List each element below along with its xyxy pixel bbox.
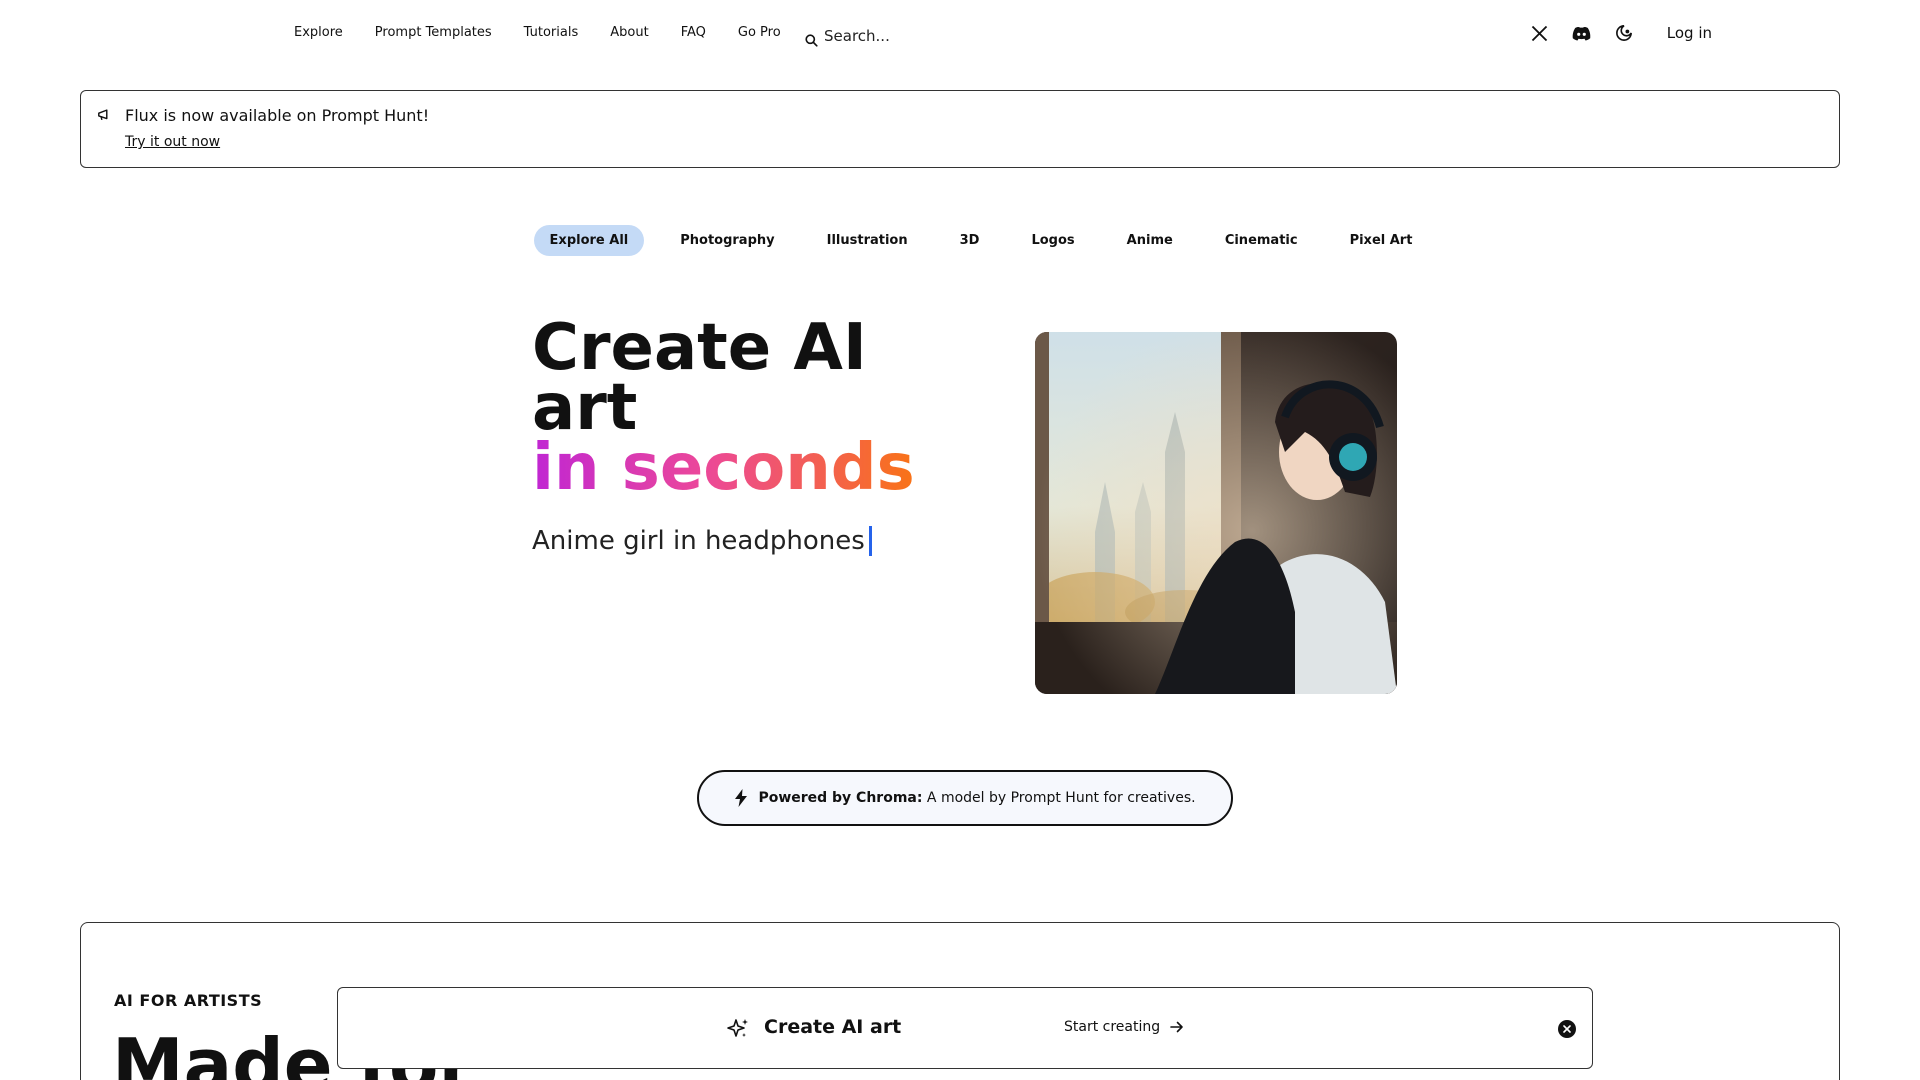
discord-icon[interactable] <box>1571 22 1593 44</box>
sparkles-icon <box>727 1019 748 1037</box>
hero-heading: Create AI art in seconds <box>532 311 915 505</box>
announcement-banner: Flux is now available on Prompt Hunt! Tr… <box>80 90 1840 168</box>
tab-pixel-art[interactable]: Pixel Art <box>1334 225 1429 256</box>
login-button[interactable]: Log in <box>1667 24 1712 42</box>
tab-illustration[interactable]: Illustration <box>811 225 924 256</box>
theme-toggle-icon[interactable] <box>1613 22 1635 44</box>
category-tabs: Explore All Photography Illustration 3D … <box>0 225 1920 256</box>
top-navigation: Explore Prompt Templates Tutorials About… <box>0 0 1920 68</box>
megaphone-icon <box>98 109 108 121</box>
tab-anime[interactable]: Anime <box>1111 225 1189 256</box>
nav-link-explore[interactable]: Explore <box>294 25 343 40</box>
hero-heading-line-1: Create AI <box>532 311 867 385</box>
nav-link-about[interactable]: About <box>610 25 648 40</box>
nav-link-prompt-templates[interactable]: Prompt Templates <box>375 25 492 40</box>
powered-by-badge[interactable]: Powered by Chroma: A model by Prompt Hun… <box>697 770 1233 826</box>
nav-link-faq[interactable]: FAQ <box>681 25 706 40</box>
nav-link-tutorials[interactable]: Tutorials <box>524 25 579 40</box>
section-eyebrow: AI FOR ARTISTS <box>114 991 263 1010</box>
start-creating-label: Start creating <box>1064 1019 1161 1035</box>
arrow-right-icon <box>1170 1021 1183 1033</box>
announcement-message: Flux is now available on Prompt Hunt! <box>125 106 430 125</box>
typed-prompt: Anime girl in headphones <box>532 526 872 556</box>
search-placeholder: Search... <box>824 26 890 45</box>
nav-links: Explore Prompt Templates Tutorials About… <box>294 25 781 40</box>
nav-actions: Log in <box>1529 22 1712 44</box>
powered-by-text: A model by Prompt Hunt for creatives. <box>926 790 1196 806</box>
text-caret <box>868 526 872 556</box>
nav-link-go-pro[interactable]: Go Pro <box>738 25 781 40</box>
search-input[interactable]: Search... <box>805 24 890 47</box>
hero-heading-line-2: art <box>532 371 638 445</box>
powered-by-title: Powered by Chroma: <box>758 790 923 806</box>
tab-explore-all[interactable]: Explore All <box>533 225 645 256</box>
search-icon <box>805 34 818 47</box>
tab-logos[interactable]: Logos <box>1015 225 1090 256</box>
x-logo-icon[interactable] <box>1529 22 1551 44</box>
typed-prompt-text: Anime girl in headphones <box>532 526 865 556</box>
start-creating-button[interactable]: Start creating <box>1064 1019 1184 1035</box>
tab-3d[interactable]: 3D <box>944 225 996 256</box>
create-ai-art-bar: Create AI art Start creating <box>337 987 1593 1069</box>
hero-image <box>1035 332 1397 694</box>
announcement-link[interactable]: Try it out now <box>125 134 220 150</box>
close-icon[interactable] <box>1558 1020 1576 1038</box>
hero-heading-gradient: in seconds <box>532 431 915 505</box>
tab-cinematic[interactable]: Cinematic <box>1209 225 1314 256</box>
tab-photography[interactable]: Photography <box>664 225 790 256</box>
create-ai-art-label: Create AI art <box>764 1016 902 1038</box>
lightning-icon <box>735 789 748 807</box>
